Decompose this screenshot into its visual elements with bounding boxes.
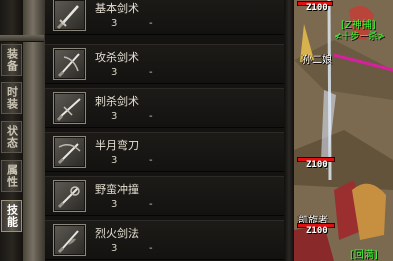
- sword-icon[interactable]: [53, 0, 86, 31]
- skill-hotkey: -: [149, 67, 153, 78]
- skill-list-scrollbar[interactable]: [284, 0, 294, 261]
- skill-row[interactable]: 刺杀剑术 3 -: [45, 88, 293, 128]
- tab-attributes[interactable]: 属性: [1, 160, 22, 192]
- tab-label: 装备: [5, 48, 19, 72]
- skill-level: 3: [111, 18, 118, 29]
- skill-name: 刺杀剑术: [95, 95, 139, 108]
- skill-name: 攻杀剑术: [95, 51, 139, 64]
- slash-icon[interactable]: [53, 48, 86, 80]
- tab-label: 技能: [5, 204, 19, 228]
- game-screen: 装备 时装 状态 属性 技能 基本剑术 3 - 攻杀剑术 3 - 刺杀剑术 3 …: [0, 0, 393, 261]
- tab-label: 状态: [5, 125, 19, 149]
- skill-row[interactable]: 攻杀剑术 3 -: [45, 44, 293, 84]
- skill-name: 野蛮冲撞: [95, 183, 139, 196]
- player-level: Z100: [306, 3, 328, 13]
- skill-row[interactable]: 半月弯刀 3 -: [45, 132, 293, 172]
- tab-label: 属性: [5, 164, 19, 188]
- skill-hotkey: -: [149, 155, 153, 166]
- skill-level: 3: [111, 67, 118, 78]
- skill-hotkey: -: [149, 111, 153, 122]
- flaming-sword-icon[interactable]: [53, 224, 86, 256]
- tab-status[interactable]: 状态: [1, 121, 22, 153]
- skill-level: 3: [111, 111, 118, 122]
- game-world-view[interactable]: Z100 [Z神捕] ≮十步一杀≯ 孙二娘 Z100 凯旋者 Z100 [回满]: [294, 0, 393, 261]
- thrust-icon[interactable]: [53, 92, 86, 124]
- skill-name: 半月弯刀: [95, 139, 139, 152]
- skill-level: 3: [111, 243, 118, 254]
- skill-row[interactable]: 野蛮冲撞 3 -: [45, 176, 293, 216]
- tab-fashion[interactable]: 时装: [1, 82, 22, 114]
- skill-level: 3: [111, 199, 118, 210]
- skill-row[interactable]: 烈火剑法 3 -: [45, 220, 293, 260]
- player-name: 孙二娘: [302, 55, 332, 66]
- player-guild: [回满]: [350, 250, 378, 261]
- tab-equipment[interactable]: 装备: [1, 44, 22, 76]
- tab-label: 时装: [5, 86, 19, 110]
- skill-level: 3: [111, 155, 118, 166]
- player-guild-title: ≮十步一杀≯: [334, 32, 386, 42]
- charge-icon[interactable]: [53, 180, 86, 212]
- skill-row[interactable]: 基本剑术 3 -: [45, 0, 293, 35]
- skill-hotkey: -: [149, 18, 153, 29]
- crescent-blade-icon[interactable]: [53, 136, 86, 168]
- tab-skills[interactable]: 技能: [1, 200, 22, 232]
- skill-name: 基本剑术: [95, 2, 139, 15]
- skill-hotkey: -: [149, 199, 153, 210]
- skill-name: 烈火剑法: [95, 227, 139, 240]
- player-level: Z100: [306, 226, 328, 236]
- skill-list: 基本剑术 3 - 攻杀剑术 3 - 刺杀剑术 3 - 半月弯刀 3 - 野蛮冲撞…: [45, 0, 293, 261]
- panel-frame-top: [0, 35, 44, 42]
- skill-hotkey: -: [149, 243, 153, 254]
- player-level: Z100: [306, 160, 328, 170]
